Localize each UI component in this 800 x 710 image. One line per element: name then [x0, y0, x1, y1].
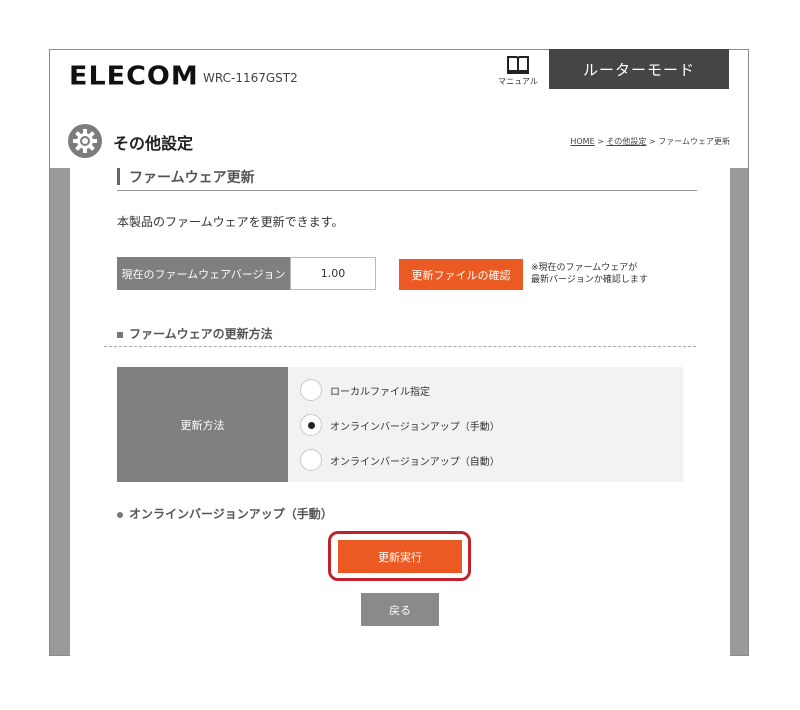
model-name: WRC-1167GST2 [203, 71, 298, 85]
circle-bullet-icon [117, 511, 123, 518]
option-online-auto[interactable]: オンラインバージョンアップ（自動） [300, 449, 500, 471]
option-online-manual-label: オンラインバージョンアップ（手動） [330, 421, 500, 433]
dashed-divider [104, 346, 696, 347]
section-bar [117, 168, 120, 185]
radio-online-manual[interactable] [300, 414, 322, 436]
update-method-options: ローカルファイル指定 オンラインバージョンアップ（手動） オンラインバージョンア… [288, 367, 683, 482]
gear-icon [68, 124, 102, 158]
breadcrumb-home[interactable]: HOME [570, 137, 594, 146]
page-title: その他設定 [113, 134, 194, 153]
check-update-button[interactable]: 更新ファイルの確認 [399, 259, 523, 290]
breadcrumb: HOME > その他設定 > ファームウェア更新 [570, 136, 730, 147]
check-note-line2: 最新バージョンか確認します [531, 275, 648, 285]
left-gutter [50, 168, 70, 655]
option-local-file[interactable]: ローカルファイル指定 [300, 379, 430, 401]
breadcrumb-sep: > [648, 137, 656, 146]
breadcrumb-sep: > [597, 137, 604, 146]
elecom-logo: ELECOM [69, 61, 199, 92]
breadcrumb-current: ファームウェア更新 [658, 137, 730, 146]
section-header: ファームウェア更新 [117, 166, 697, 191]
update-method-label: 更新方法 [117, 367, 288, 482]
section-description: 本製品のファームウェアを更新できます。 [117, 215, 344, 229]
execute-update-button[interactable]: 更新実行 [338, 540, 462, 573]
manual-link[interactable]: マニュアル [495, 55, 541, 87]
back-button[interactable]: 戻る [361, 593, 439, 626]
option-local-file-label: ローカルファイル指定 [330, 386, 430, 398]
firmware-version-value: 1.00 [290, 257, 376, 290]
check-note-line1: ※現在のファームウェアが [531, 263, 638, 273]
radio-local-file[interactable] [300, 379, 322, 401]
update-method-heading-text: ファームウェアの更新方法 [129, 327, 273, 341]
square-bullet-icon [117, 331, 123, 338]
option-online-manual[interactable]: オンラインバージョンアップ（手動） [300, 414, 500, 436]
radio-selected-dot [307, 421, 315, 429]
firmware-version-label: 現在のファームウェアバージョン [117, 257, 290, 290]
breadcrumb-other-settings[interactable]: その他設定 [606, 137, 646, 146]
online-update-heading-text: オンラインバージョンアップ（手動） [129, 507, 333, 521]
online-update-heading: オンラインバージョンアップ（手動） [117, 505, 333, 522]
manual-label: マニュアル [498, 77, 538, 86]
section-title: ファームウェア更新 [129, 170, 255, 186]
right-gutter [730, 168, 748, 655]
book-icon [507, 56, 529, 74]
check-note: ※現在のファームウェアが 最新バージョンか確認します [531, 262, 648, 286]
option-online-auto-label: オンラインバージョンアップ（自動） [330, 456, 500, 468]
update-method-heading: ファームウェアの更新方法 [117, 325, 273, 342]
router-mode-tab[interactable]: ルーターモード [549, 49, 729, 89]
radio-online-auto[interactable] [300, 449, 322, 471]
